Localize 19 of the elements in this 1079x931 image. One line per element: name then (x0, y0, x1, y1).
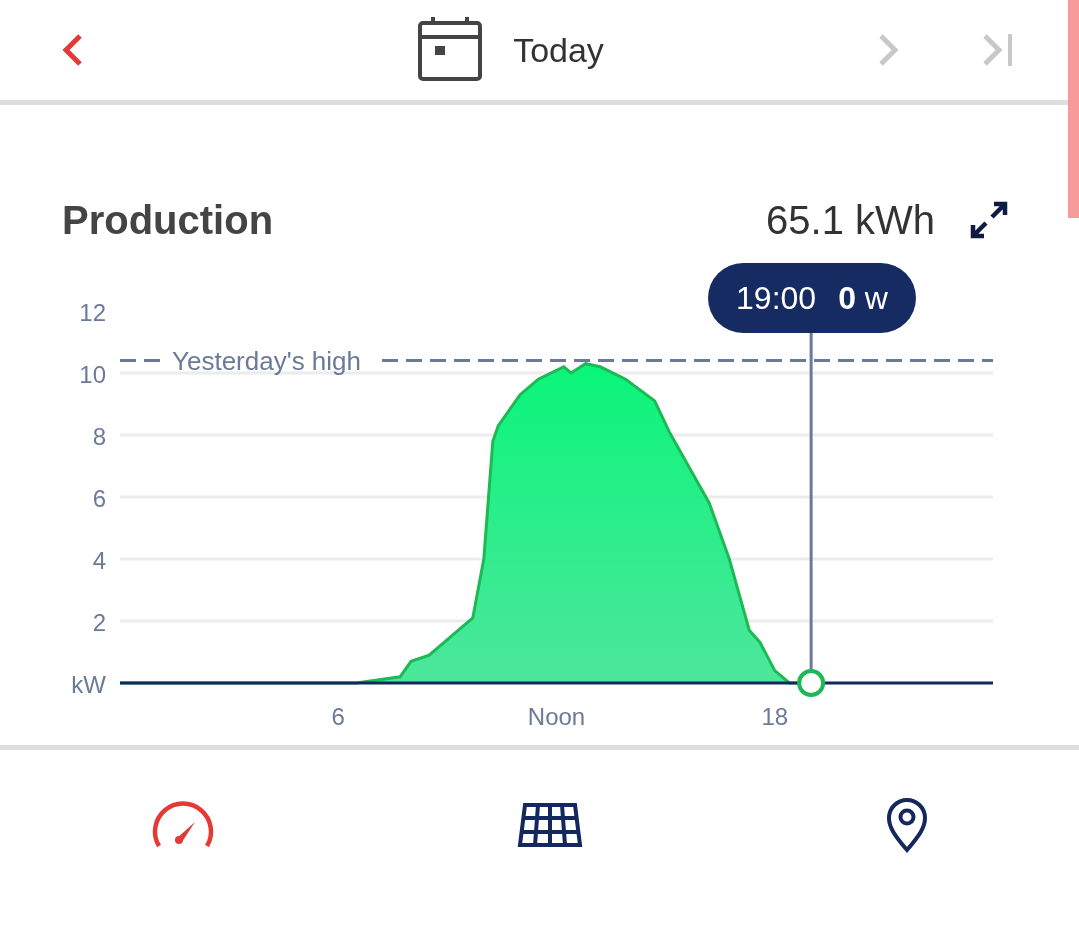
y-tick-label: 2 (92, 609, 106, 636)
production-total: 65.1 kWh (766, 197, 935, 243)
y-tick-label: kW (71, 671, 106, 698)
y-tick-label: 10 (79, 361, 106, 388)
x-tick-label: 6 (331, 703, 345, 730)
x-tick-label: 18 (761, 703, 789, 730)
calendar-icon[interactable] (417, 17, 484, 83)
tooltip-value: 0 w (838, 279, 888, 317)
y-tick-label: 6 (92, 485, 106, 512)
x-tick-label: Noon (527, 703, 586, 730)
cursor-marker[interactable] (797, 331, 826, 697)
y-tick-label: 8 (92, 423, 106, 450)
y-tick-label: 4 (92, 547, 106, 574)
date-title: Today (513, 30, 604, 70)
reference-label: Yesterday's high (172, 345, 362, 376)
y-tick-label: 12 (79, 299, 106, 326)
expand-icon[interactable] (969, 200, 1009, 240)
production-title: Production (62, 197, 275, 243)
tooltip-time: 19:00 (736, 279, 817, 317)
